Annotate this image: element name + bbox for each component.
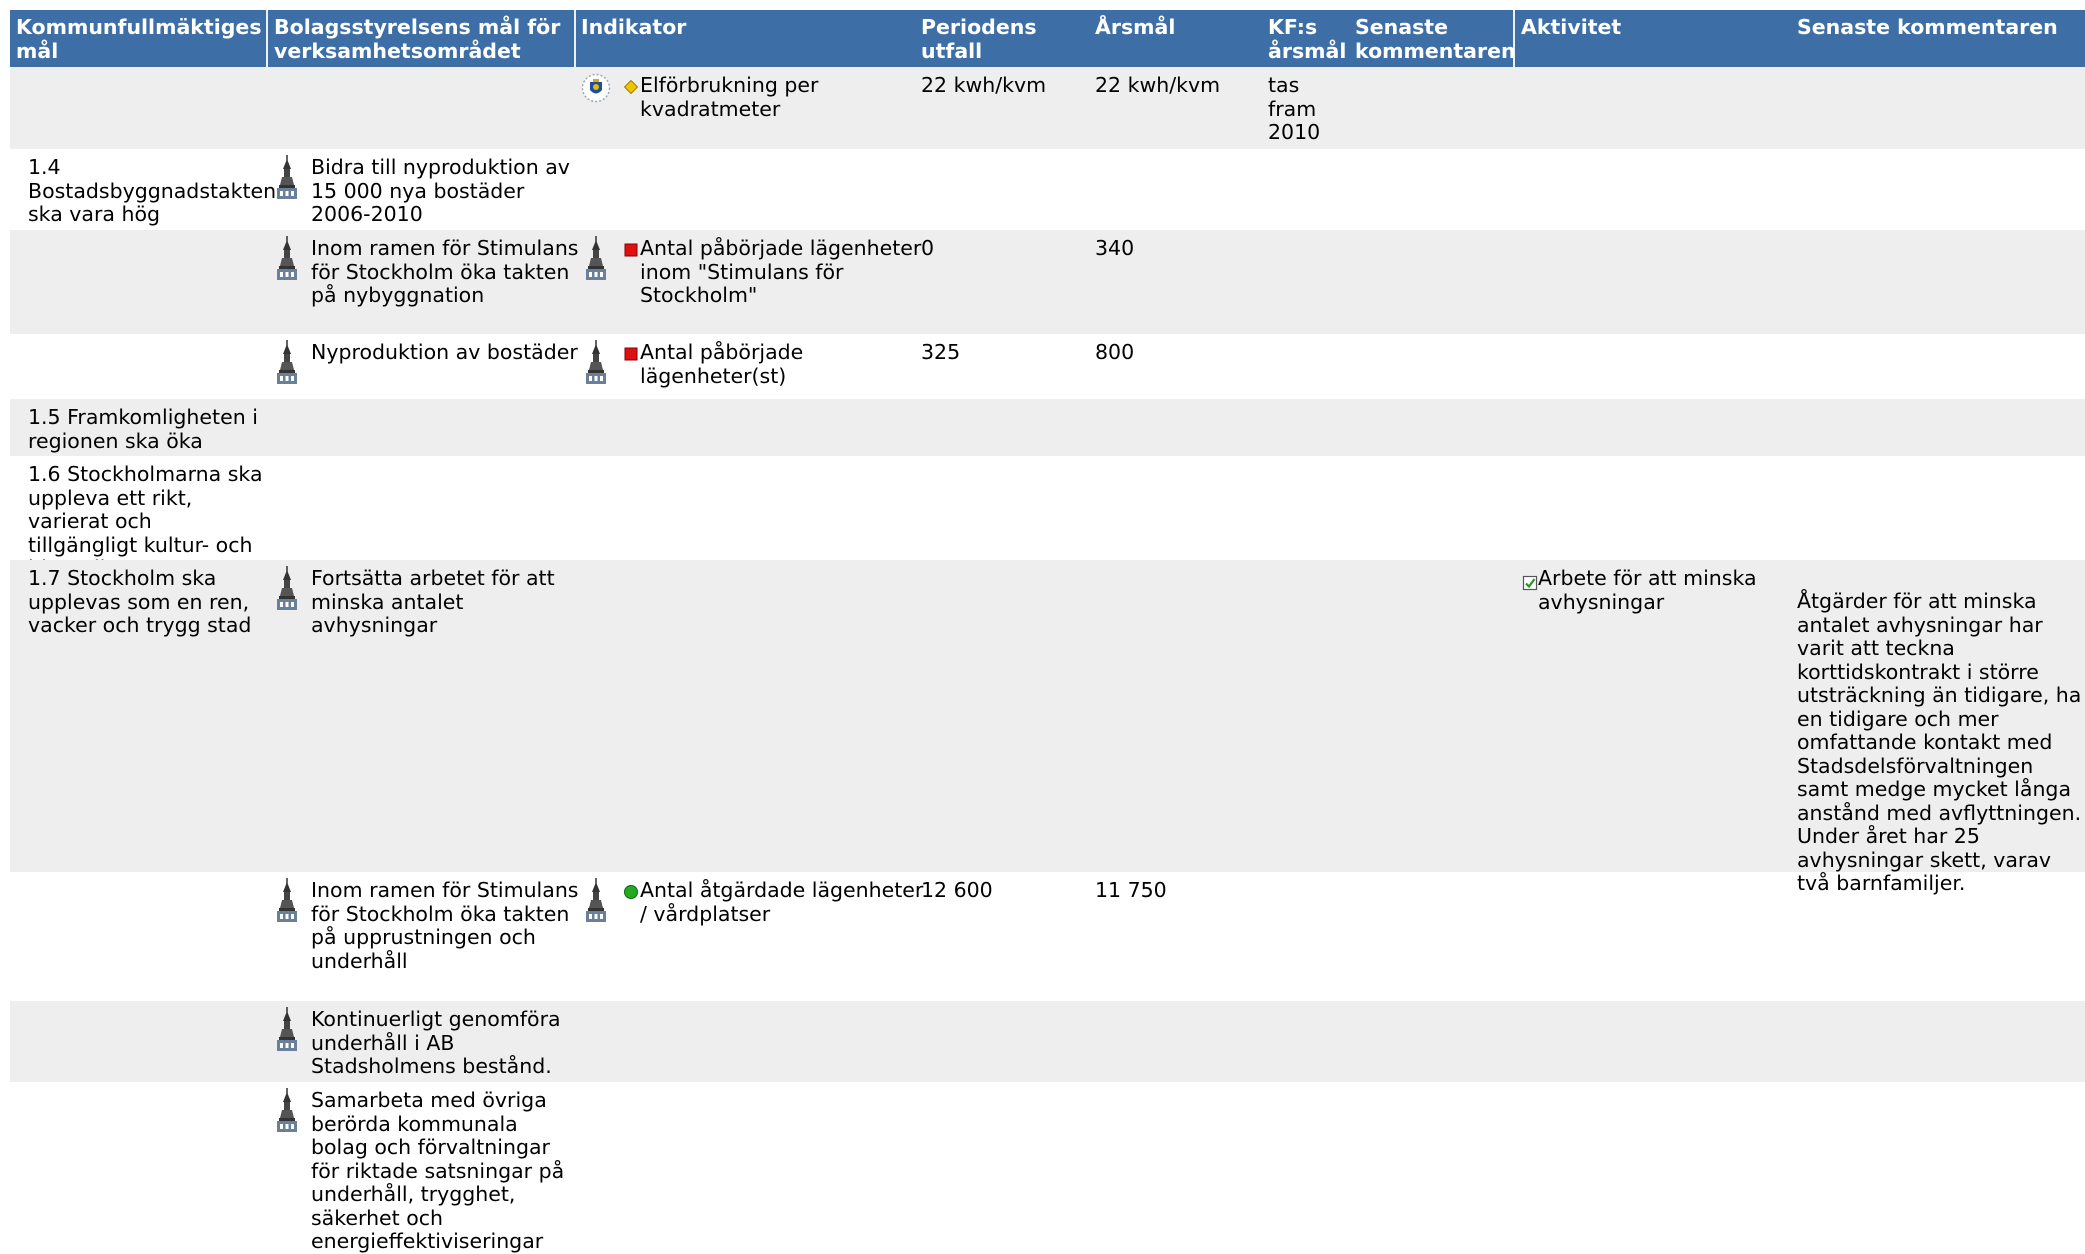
- header-kommun-mal: Kommunfullmäktiges mål: [16, 15, 262, 63]
- utfall-cell: 22 kwh/kvm: [921, 73, 1047, 97]
- bolag-mal-cell: Inom ramen för Stimulans för Stockholm ö…: [311, 878, 579, 973]
- utfall-cell: 325: [921, 340, 961, 364]
- indikator-cell: Antal påbörjade lägenheter inom "Stimula…: [640, 236, 922, 307]
- indikator-cell: Elförbrukning per kvadratmeter: [640, 73, 819, 121]
- kommun-mal-cell: 1.4 Bostadsbyggnadstakten ska vara hög: [28, 155, 277, 226]
- bolag-mal-cell: Fortsätta arbetet för att minska antalet…: [311, 566, 555, 637]
- kommun-mal-cell: 1.7 Stockholm ska upplevas som en ren, v…: [28, 566, 252, 637]
- checkbox-icon: [1522, 575, 1538, 591]
- kommentar-cell: Åtgärder för att minska antalet avhysnin…: [1797, 589, 2082, 895]
- header-senaste-kommentaren-2: Senaste kommentaren: [1797, 15, 2058, 39]
- header-arsmal: Årsmål: [1095, 15, 1176, 39]
- bolag-mal-cell: Nyproduktion av bostäder: [311, 340, 578, 364]
- utfall-cell: 0: [921, 236, 935, 260]
- tower-icon: [586, 340, 606, 384]
- arsmal-cell: 22 kwh/kvm: [1095, 73, 1221, 97]
- bolag-mal-cell: Bidra till nyproduktion av 15 000 nya bo…: [311, 155, 570, 226]
- table-header: Kommunfullmäktiges mål Bolagsstyrelsens …: [10, 10, 2085, 67]
- status-green-circle-icon: [624, 885, 638, 899]
- header-bolag-mal: Bolagsstyrelsens mål för verksamhetsområ…: [274, 15, 561, 63]
- indikator-cell: Antal påbörjade lägenheter(st): [640, 340, 804, 388]
- aktivitet-cell: Arbete för att minska avhysningar: [1538, 566, 1757, 614]
- header-divider: [266, 10, 268, 67]
- status-red-square-icon: [624, 243, 638, 257]
- table-row: Elförbrukning per kvadratmeter 22 kwh/kvm…: [10, 67, 2085, 149]
- tower-icon: [277, 566, 297, 610]
- tower-icon: [277, 340, 297, 384]
- table-row: 1.5 Framkomligheten i regionen ska öka: [10, 399, 2085, 456]
- kf-arsmal-cell: tas fram 2010: [1268, 73, 1321, 144]
- header-divider: [574, 10, 576, 67]
- indikator-cell: Antal åtgärdade lägenheter / vårdplatser: [640, 878, 924, 926]
- header-aktivitet: Aktivitet: [1521, 15, 1622, 39]
- tower-icon: [277, 1007, 297, 1051]
- status-yellow-diamond-icon: [623, 79, 639, 95]
- header-utfall: Periodens utfall: [921, 15, 1037, 63]
- table-row: 1.7 Stockholm ska upplevas som en ren, v…: [10, 560, 2085, 895]
- table-row: Nyproduktion av bostäder Antal påbörjade …: [10, 334, 2085, 399]
- header-kf-arsmal: KF:s årsmål: [1268, 15, 1347, 63]
- status-red-square-icon: [624, 347, 638, 361]
- utfall-cell: 12 600: [921, 878, 993, 902]
- header-senaste-kommentaren-1: Senaste kommentaren: [1355, 15, 1516, 63]
- tower-icon: [277, 236, 297, 280]
- table-row: Inom ramen för Stimulans för Stockholm ö…: [10, 872, 2085, 1001]
- tower-icon: [277, 1088, 297, 1132]
- tower-icon: [586, 878, 606, 922]
- tower-icon: [277, 155, 297, 199]
- table-row: Samarbeta med övriga berörda kommunala b…: [10, 1082, 2085, 1253]
- table-row: 1.6 Stockholmarna ska uppleva ett rikt, …: [10, 456, 2085, 579]
- arsmal-cell: 340: [1095, 236, 1135, 260]
- bolag-mal-cell: Inom ramen för Stimulans för Stockholm ö…: [311, 236, 579, 307]
- arsmal-cell: 11 750: [1095, 878, 1167, 902]
- table-row: Kontinuerligt genomföra underhåll i AB S…: [10, 1001, 2085, 1082]
- header-divider: [1513, 10, 1515, 67]
- tower-icon: [586, 236, 606, 280]
- table-row: 1.4 Bostadsbyggnadstakten ska vara hög Bi…: [10, 149, 2085, 230]
- table-row: Inom ramen för Stimulans för Stockholm ö…: [10, 230, 2085, 334]
- kommun-mal-cell: 1.5 Framkomligheten i regionen ska öka: [28, 405, 258, 453]
- city-crest-icon: [581, 73, 611, 103]
- tower-icon: [277, 878, 297, 922]
- arsmal-cell: 800: [1095, 340, 1135, 364]
- bolag-mal-cell: Kontinuerligt genomföra underhåll i AB S…: [311, 1007, 561, 1078]
- bolag-mal-cell: Samarbeta med övriga berörda kommunala b…: [311, 1088, 565, 1253]
- header-indikator: Indikator: [581, 15, 687, 39]
